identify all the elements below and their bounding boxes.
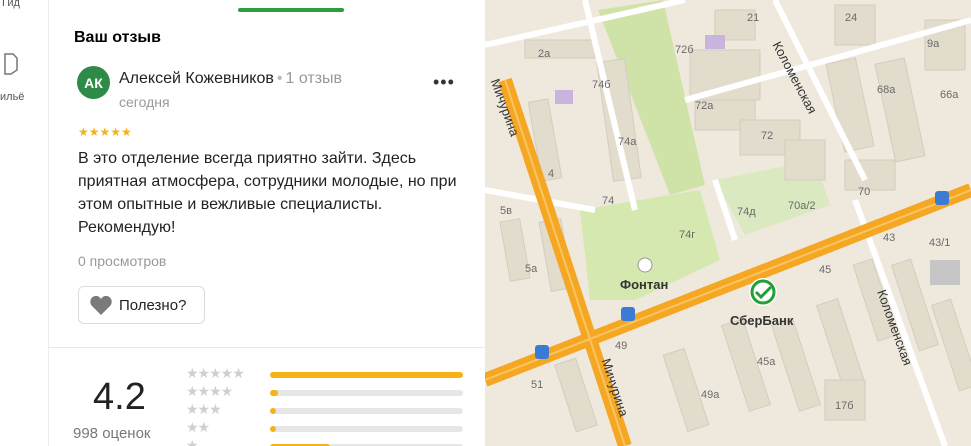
house-number: 49	[615, 340, 628, 352]
house-number: 70	[858, 186, 871, 198]
house-number: 49а	[701, 389, 720, 401]
useful-label: Полезно?	[119, 296, 187, 314]
sberbank-logo-icon	[749, 278, 777, 306]
histogram-fill	[270, 408, 276, 414]
histogram-fill	[270, 390, 278, 396]
ratings-count: 998 оценок	[73, 425, 151, 442]
house-number: 5а	[525, 263, 538, 275]
house-number: 21	[747, 12, 760, 24]
histogram-track	[270, 426, 463, 432]
house-number: 74	[602, 195, 615, 207]
poi-sberbank[interactable]: СберБанк	[730, 313, 793, 328]
map-canvas	[485, 0, 971, 446]
author-review-count: 1 отзыв	[285, 70, 343, 87]
active-tab-indicator	[238, 8, 344, 12]
house-number: 4	[548, 168, 555, 180]
house-number: 70а/2	[788, 200, 816, 212]
fountain-icon	[637, 257, 653, 273]
useful-button[interactable]: Полезно?	[78, 286, 205, 324]
house-number: 72б	[675, 44, 694, 56]
review-author: Алексей Кожевников • 1 отзыв	[119, 70, 342, 88]
house-number: 45	[819, 264, 832, 276]
review-panel: Ваш отзыв АК Алексей Кожевников • 1 отзыв …	[49, 0, 485, 446]
house-number: 74б	[592, 79, 611, 91]
views-count: 0 просмотров	[78, 253, 167, 269]
left-rail: Гид ильё	[0, 0, 49, 446]
histogram-stars: ★	[186, 437, 199, 446]
house-number: 66а	[940, 89, 959, 101]
house-number: 68а	[877, 84, 896, 96]
house-number: 2а	[538, 48, 551, 60]
style-label[interactable]: ильё	[0, 91, 24, 103]
house-number: 43/1	[929, 237, 951, 249]
separator: •	[276, 70, 283, 87]
rating-value: 4.2	[93, 376, 146, 418]
house-number: 45а	[757, 356, 776, 368]
house-number: 51	[531, 379, 544, 391]
more-options-icon[interactable]: •••	[433, 72, 455, 93]
histogram-track	[270, 408, 463, 414]
author-name[interactable]: Алексей Кожевников	[119, 70, 274, 87]
review-stars: ★★★★★	[78, 125, 132, 139]
poi-fountain[interactable]: Фонтан	[620, 277, 668, 292]
histogram-stars: ★★★	[186, 401, 222, 417]
house-number: 17б	[835, 400, 854, 412]
review-date: сегодня	[119, 94, 170, 110]
map[interactable]: Мичурина Мичурина Коломенская Коломенска…	[485, 0, 971, 446]
house-number: 72а	[695, 100, 714, 112]
review-text: В это отделение всегда приятно зайти. Зд…	[78, 150, 457, 236]
style-icon[interactable]	[3, 52, 19, 76]
house-number: 72	[761, 130, 774, 142]
avatar[interactable]: АК	[77, 66, 110, 99]
house-number: 74д	[737, 206, 756, 218]
histogram-stars: ★★★★	[186, 383, 233, 399]
house-number: 43	[883, 232, 896, 244]
heart-icon	[90, 295, 112, 315]
section-title: Ваш отзыв	[74, 29, 161, 46]
histogram-track	[270, 390, 463, 396]
histogram-fill	[270, 372, 463, 378]
house-number: 9а	[927, 38, 940, 50]
house-number: 24	[845, 12, 858, 24]
house-number: 74г	[679, 229, 696, 241]
house-number: 5в	[500, 205, 512, 217]
histogram-stars: ★★	[186, 419, 210, 435]
divider	[49, 347, 485, 348]
house-number: 74а	[618, 136, 637, 148]
guide-label[interactable]: Гид	[2, 0, 20, 9]
histogram-fill	[270, 426, 276, 432]
histogram-track	[270, 372, 463, 378]
histogram-stars: ★★★★★	[186, 365, 245, 381]
